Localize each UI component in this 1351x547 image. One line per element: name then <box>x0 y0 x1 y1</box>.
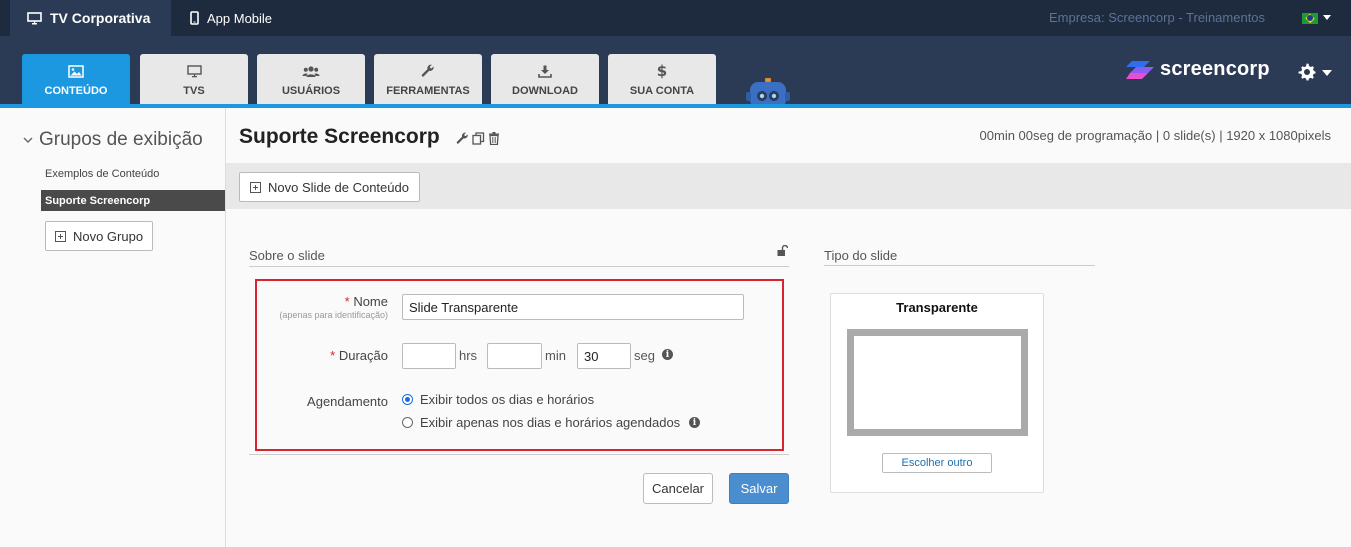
dollar-icon: $ <box>656 62 668 80</box>
group-meta-info: 00min 00seg de programação | 0 slide(s) … <box>979 128 1331 143</box>
chevron-down-icon <box>23 137 33 143</box>
type-section-title: Tipo do slide <box>824 248 898 263</box>
mobile-icon <box>190 11 199 25</box>
wrench-icon[interactable] <box>456 132 469 145</box>
monitor-icon <box>27 11 42 24</box>
gear-icon[interactable] <box>1298 63 1316 81</box>
save-button[interactable]: Salvar <box>729 473 789 504</box>
sidebar-item-exemplos[interactable]: Exemplos de Conteúdo <box>41 163 225 184</box>
hours-unit: hrs <box>459 348 478 363</box>
nav-tab-download[interactable]: DOWNLOAD <box>491 54 599 104</box>
wrench-icon <box>421 64 434 77</box>
schedule-custom-label[interactable]: Exibir apenas nos dias e horários agenda… <box>420 415 680 430</box>
minutes-input[interactable] <box>487 343 542 369</box>
name-label: * Nome <box>286 294 388 309</box>
sidebar-title-label: Grupos de exibição <box>39 129 203 150</box>
unlock-icon[interactable] <box>777 245 788 257</box>
tab-app-mobile-label: App Mobile <box>207 10 273 26</box>
type-section-divider <box>824 265 1095 266</box>
plus-square-icon <box>54 230 66 242</box>
trash-icon[interactable] <box>488 132 500 145</box>
nav-tab-usuarios[interactable]: USUÁRIOS <box>257 54 365 104</box>
duration-info-icon[interactable]: i <box>662 349 673 360</box>
new-group-label: Novo Grupo <box>72 228 144 244</box>
gear-chevron-down-icon[interactable] <box>1322 70 1332 76</box>
monitor-icon <box>186 64 202 77</box>
screencorp-logo-icon <box>1126 60 1154 79</box>
cancel-button[interactable]: Cancelar <box>643 473 713 504</box>
users-icon <box>302 65 320 77</box>
screencorp-logo[interactable]: screencorp <box>1126 58 1270 81</box>
duration-required-marker: * <box>330 348 336 363</box>
slide-type-card: Transparente Escolher outro <box>830 293 1044 493</box>
duration-label: * Duração <box>286 348 388 363</box>
nav-tab-sua-conta-label: SUA CONTA <box>629 85 695 97</box>
new-group-button[interactable]: Novo Grupo <box>45 221 153 251</box>
schedule-custom-radio[interactable] <box>402 417 413 428</box>
nav-tab-sua-conta[interactable]: $ SUA CONTA <box>608 54 716 104</box>
copy-icon[interactable] <box>472 132 485 145</box>
nav-tab-download-label: DOWNLOAD <box>512 85 578 97</box>
name-required-marker: * <box>344 294 350 309</box>
schedule-info-icon[interactable]: i <box>689 417 700 428</box>
sidebar-title[interactable]: Grupos de exibição <box>23 129 203 151</box>
brazil-flag-icon[interactable] <box>1302 13 1318 24</box>
nav-tab-conteudo[interactable]: CONTEÚDO <box>22 54 130 104</box>
schedule-label: Agendamento <box>307 394 388 409</box>
new-slide-button[interactable]: Novo Slide de Conteúdo <box>239 172 420 202</box>
slide-type-preview <box>847 329 1028 436</box>
nav-tab-ferramentas[interactable]: FERRAMENTAS <box>374 54 482 104</box>
logo-text: screencorp <box>1160 58 1270 80</box>
about-section-title: Sobre o slide <box>249 248 325 263</box>
company-name: Empresa: Screencorp - Treinamentos <box>1049 10 1266 25</box>
nav-tab-tvs-label: TVS <box>183 85 205 97</box>
minutes-unit: min <box>545 348 566 363</box>
name-input[interactable]: Slide Transparente <box>402 294 744 320</box>
tab-tv-corporativa-label: TV Corporativa <box>50 10 151 26</box>
schedule-all-label[interactable]: Exibir todos os dias e horários <box>420 392 594 407</box>
sidebar: Grupos de exibição Exemplos de Conteúdo … <box>0 108 226 547</box>
schedule-all-radio[interactable] <box>402 394 413 405</box>
duration-label-text: Duração <box>338 348 388 363</box>
form-bottom-divider <box>249 454 789 455</box>
name-hint: (apenas para identificação) <box>279 310 388 320</box>
sidebar-item-suporte[interactable]: Suporte Screencorp <box>41 190 225 211</box>
name-label-text: Nome <box>353 294 388 309</box>
seconds-input[interactable]: 30 <box>577 343 631 369</box>
tab-tv-corporativa[interactable]: TV Corporativa <box>10 0 171 36</box>
page-title: Suporte Screencorp <box>239 125 440 148</box>
chevron-down-icon[interactable] <box>1323 15 1331 20</box>
about-section-divider <box>249 266 789 267</box>
top-bar: TV Corporativa App Mobile Empresa: Scree… <box>0 0 1351 36</box>
main-content: Suporte Screencorp 00min 00seg de progra… <box>226 108 1351 547</box>
download-icon <box>538 65 552 78</box>
image-icon <box>68 64 84 78</box>
nav-tab-tvs[interactable]: TVS <box>140 54 248 104</box>
hours-input[interactable] <box>402 343 456 369</box>
slide-type-name: Transparente <box>896 300 978 315</box>
plus-square-icon <box>250 181 262 193</box>
title-actions <box>456 132 500 145</box>
nav-tab-ferramentas-label: FERRAMENTAS <box>386 85 470 97</box>
nav-tab-usuarios-label: USUÁRIOS <box>281 85 341 97</box>
choose-other-button[interactable]: Escolher outro <box>882 453 992 473</box>
seconds-unit: seg <box>634 348 655 363</box>
nav-tab-conteudo-label: CONTEÚDO <box>44 85 108 97</box>
new-slide-label: Novo Slide de Conteúdo <box>268 179 409 195</box>
toolbar: Novo Slide de Conteúdo <box>226 163 1351 209</box>
tab-app-mobile[interactable]: App Mobile <box>190 0 272 36</box>
